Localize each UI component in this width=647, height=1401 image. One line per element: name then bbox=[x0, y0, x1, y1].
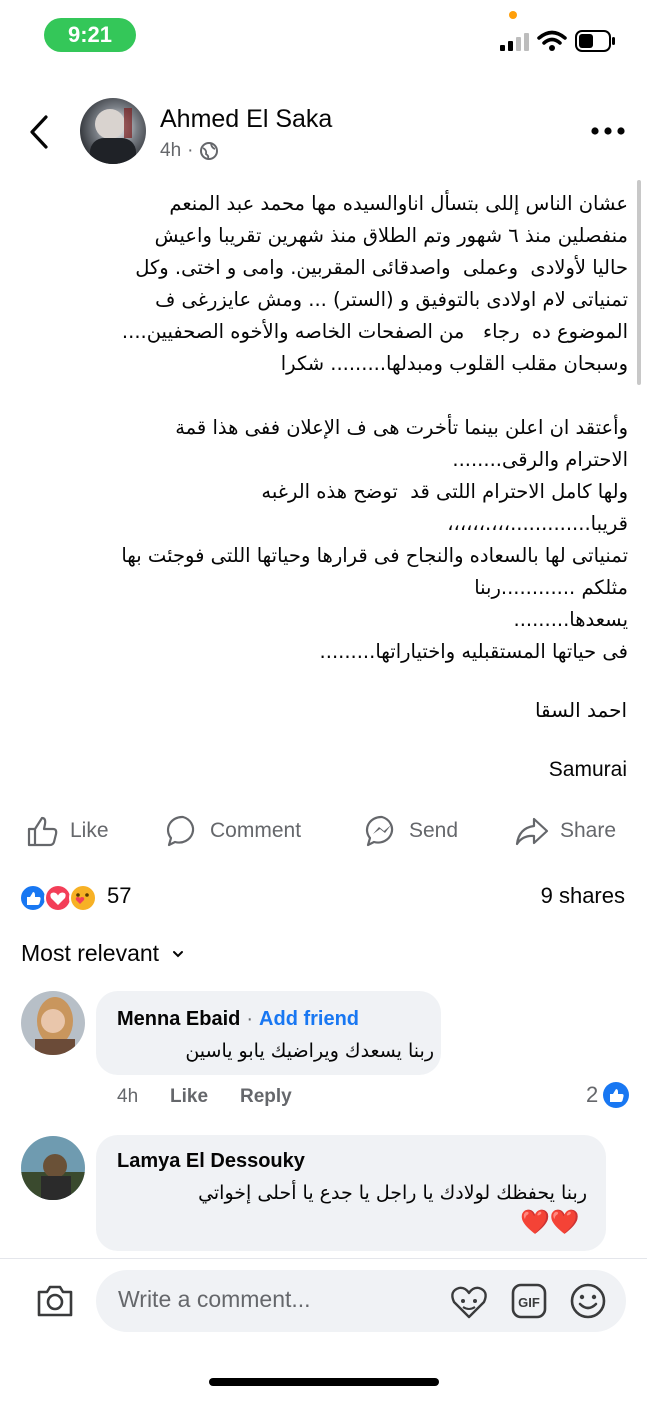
comment-label: Comment bbox=[210, 819, 302, 842]
post-body: عشان الناس إللى بتسأل اناوالسيده مها محم… bbox=[18, 188, 628, 668]
wifi-icon bbox=[537, 30, 567, 51]
author-avatar[interactable] bbox=[80, 98, 146, 164]
post-line: منفصلين منذ ٦ شهور وتم الطلاق منذ شهرين … bbox=[154, 224, 628, 247]
post-line: تمنياتى لها بالسعاده والنجاح فى قرارها و… bbox=[121, 544, 628, 567]
post-line: الاحترام والرقى........ bbox=[452, 448, 628, 471]
comment-bubble bbox=[96, 991, 441, 1075]
comment-reaction-count: 2 bbox=[586, 1082, 599, 1107]
post-line: مثلكم ............ربنا bbox=[474, 576, 628, 599]
care-reaction-icon bbox=[69, 884, 97, 912]
post-time: 4h bbox=[160, 140, 182, 161]
comment-text: ربنا يسعدك ويراضيك يابو ياسين bbox=[185, 1040, 434, 1062]
scroll-indicator[interactable] bbox=[637, 180, 641, 385]
cellular-signal-icon bbox=[500, 33, 529, 51]
camera-icon[interactable] bbox=[35, 1283, 75, 1319]
post-line: وسبحان مقلب القلوب ومبدلها......... شكرا bbox=[280, 352, 628, 375]
comment-button[interactable]: Comment bbox=[166, 813, 301, 849]
share-button[interactable]: Share bbox=[514, 813, 616, 849]
send-button[interactable]: Send bbox=[365, 813, 458, 849]
thumbs-up-icon bbox=[27, 816, 58, 847]
like-reaction-icon bbox=[19, 884, 47, 912]
back-arrow-icon[interactable] bbox=[26, 114, 54, 150]
like-label: Like bbox=[70, 819, 109, 842]
status-time: 9:21 bbox=[44, 18, 136, 52]
post-line: فى حياتها المستقبليه واختياراتها........… bbox=[319, 640, 628, 663]
post-line bbox=[18, 380, 628, 412]
share-label: Share bbox=[560, 819, 617, 842]
post-line: تمنياتى لام اولادى بالتوفيق و (الستر) ..… bbox=[155, 288, 628, 311]
battery-icon bbox=[575, 30, 615, 52]
meta-separator: · bbox=[187, 140, 194, 161]
heart-emojis: ❤️❤️ bbox=[520, 1208, 580, 1236]
comment-input-placeholder: Write a comment... bbox=[118, 1286, 311, 1312]
chevron-down-icon bbox=[173, 950, 184, 957]
reactions-count[interactable]: 57 bbox=[107, 883, 131, 909]
privacy-indicator-dot bbox=[509, 11, 517, 19]
emoji-smiley-icon[interactable] bbox=[569, 1282, 607, 1320]
comment-icon bbox=[166, 815, 195, 847]
home-indicator[interactable] bbox=[209, 1378, 439, 1386]
comment-reactions[interactable]: 2 bbox=[586, 1081, 630, 1109]
post-line: قريبا.............،،،.،،،،،، bbox=[447, 512, 628, 535]
post-line: عشان الناس إللى بتسأل اناوالسيده مها محم… bbox=[169, 192, 628, 215]
commenter-avatar[interactable] bbox=[21, 1136, 85, 1200]
like-button[interactable]: Like bbox=[26, 813, 109, 849]
public-globe-icon bbox=[200, 142, 219, 160]
post-line: الموضوع ده رجاء من الصفحات الخاصه والأخو… bbox=[121, 320, 628, 343]
send-label: Send bbox=[409, 819, 459, 842]
post-line: وأعتقد ان اعلن بينما تأخرت هى ف الإعلان … bbox=[175, 416, 628, 439]
separator-dot: · bbox=[246, 1008, 254, 1030]
comment-reply-button[interactable]: Reply bbox=[240, 1086, 292, 1108]
like-reaction-icon bbox=[603, 1082, 630, 1108]
comment-time: 4h bbox=[117, 1086, 139, 1107]
commenter-name[interactable]: Lamya El Dessouky bbox=[117, 1150, 305, 1173]
commenter-avatar[interactable] bbox=[21, 991, 85, 1055]
post-author-name[interactable]: Ahmed El Saka bbox=[160, 105, 332, 134]
commenter-name[interactable]: Menna Ebaid bbox=[117, 1008, 240, 1031]
comment-text: ربنا يحفظك لولادك يا راجل يا جدع يا أحلى… bbox=[198, 1182, 587, 1204]
love-reaction-icon bbox=[44, 884, 72, 912]
post-line: يسعدها......... bbox=[513, 608, 628, 631]
svg-text:GIF: GIF bbox=[518, 1295, 540, 1310]
signature-english: Samurai bbox=[548, 758, 627, 781]
reaction-icons[interactable] bbox=[18, 883, 104, 913]
share-arrow-icon bbox=[515, 817, 549, 846]
comment-header: Menna Ebaid · Add friend bbox=[117, 1008, 359, 1031]
post-meta: 4h · bbox=[160, 140, 219, 162]
gif-icon[interactable]: GIF bbox=[511, 1283, 547, 1319]
post-line: حاليا لأولادى وعملى واصدقائى المقربين. و… bbox=[135, 256, 628, 279]
comment-like-button[interactable]: Like bbox=[170, 1086, 208, 1108]
messenger-icon bbox=[365, 815, 394, 847]
sort-comments-dropdown[interactable]: Most relevant bbox=[21, 940, 185, 967]
more-options-icon[interactable] bbox=[590, 125, 626, 137]
shares-count[interactable]: 9 shares bbox=[541, 883, 625, 909]
sort-label: Most relevant bbox=[21, 940, 160, 966]
post-line: ولها كامل الاحترام اللتى قد توضح هذه الر… bbox=[261, 480, 628, 503]
add-friend-link[interactable]: Add friend bbox=[259, 1008, 359, 1031]
avatar-sticker-icon[interactable] bbox=[450, 1283, 488, 1319]
signature-arabic: احمد السقا bbox=[534, 698, 627, 722]
